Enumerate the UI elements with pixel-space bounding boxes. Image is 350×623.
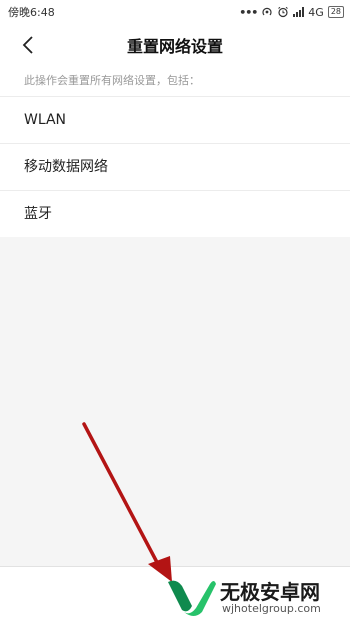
- description-text: 此操作会重置所有网络设置，包括：: [0, 66, 350, 97]
- settings-list: 此操作会重置所有网络设置，包括： WLAN 移动数据网络 蓝牙: [0, 66, 350, 237]
- list-item-wlan: WLAN: [0, 97, 350, 144]
- list-item-mobile-data: 移动数据网络: [0, 144, 350, 191]
- more-dots-icon: •••: [239, 5, 258, 19]
- watermark-logo: [168, 580, 216, 616]
- back-button[interactable]: [14, 32, 42, 58]
- status-icons: ••• 4G 28: [239, 6, 344, 19]
- chevron-left-icon: [22, 36, 33, 54]
- battery-icon: 28: [327, 6, 344, 18]
- signal-icon: [293, 7, 305, 17]
- list-item-bluetooth: 蓝牙: [24, 206, 52, 222]
- title-bar: 重置网络设置: [0, 24, 350, 66]
- alarm-icon: [278, 6, 289, 18]
- watermark-title: 无极安卓网: [220, 580, 320, 604]
- watermark: 无极安卓网 wjhotelgroup.com: [166, 574, 350, 622]
- watermark-url: wjhotelgroup.com: [222, 602, 321, 615]
- hotspot-icon: [262, 7, 272, 16]
- page-title: 重置网络设置: [126, 37, 223, 56]
- battery-level: 28: [330, 7, 341, 16]
- status-time: 傍晚6:48: [8, 6, 55, 19]
- network-type: 4G: [308, 5, 324, 19]
- status-bar: 傍晚6:48 ••• 4G 28: [0, 0, 350, 24]
